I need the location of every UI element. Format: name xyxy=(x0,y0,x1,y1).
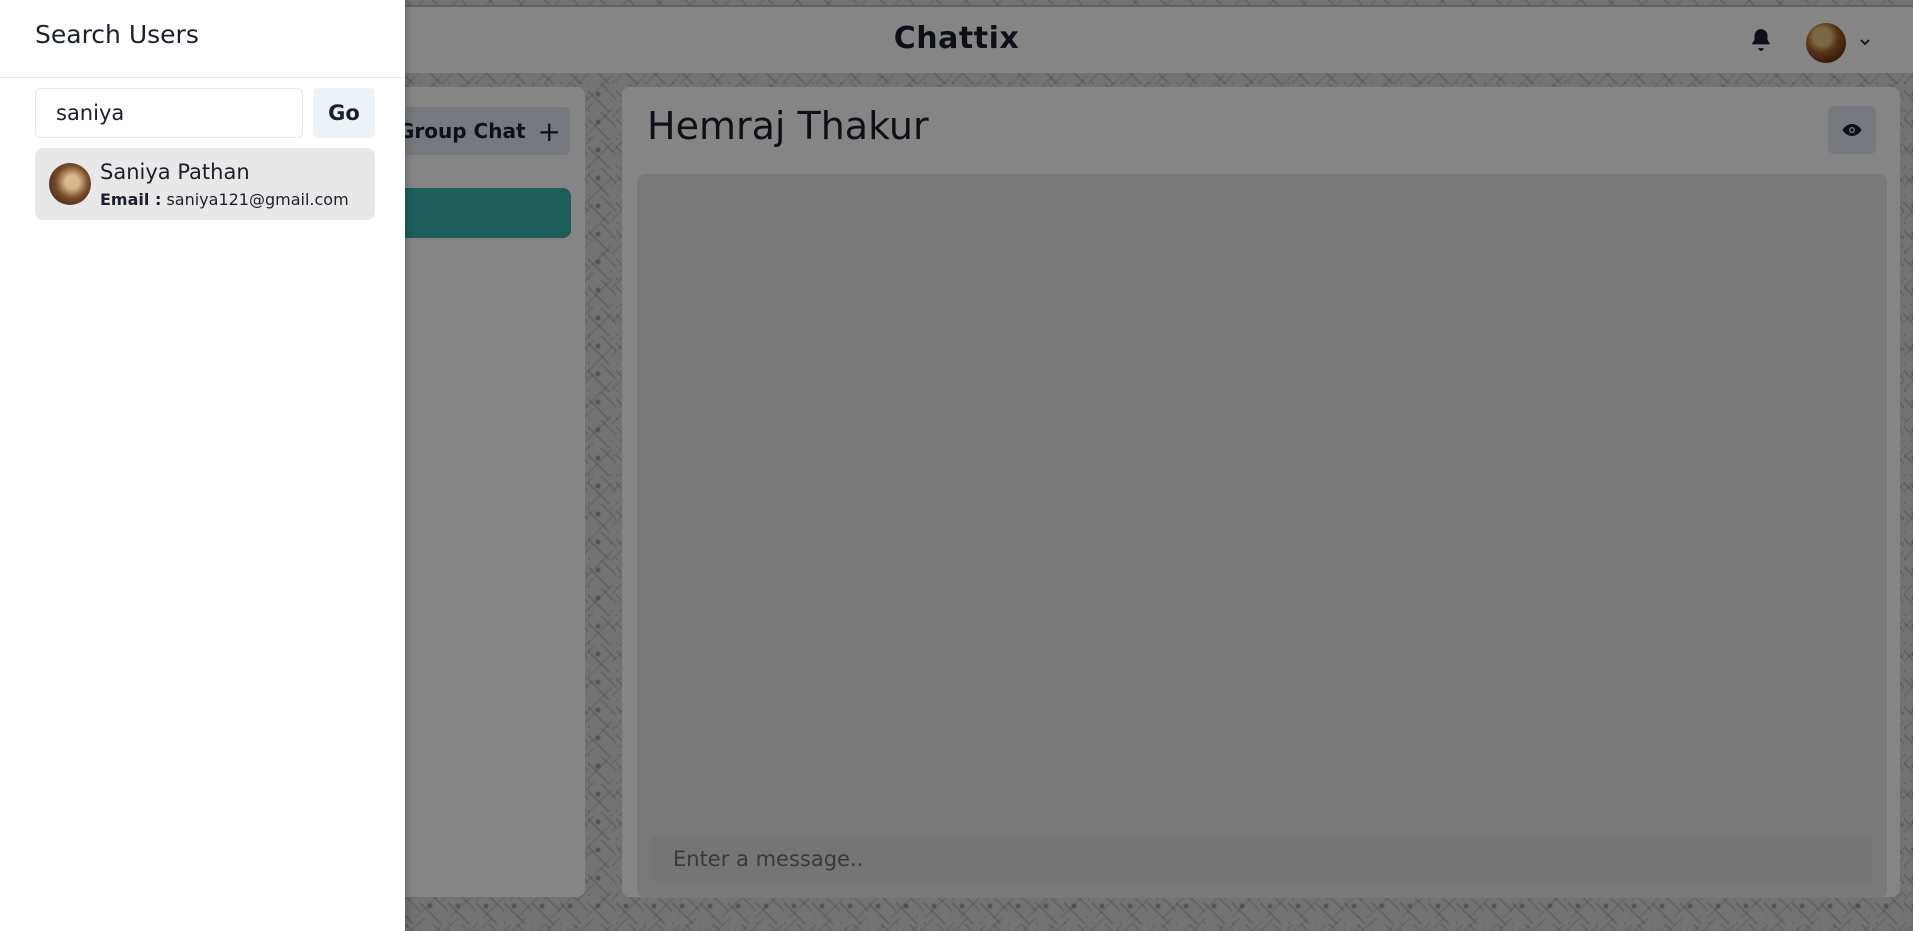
result-email: Email : saniya121@gmail.com xyxy=(100,190,349,209)
go-button[interactable]: Go xyxy=(313,88,375,138)
search-users-drawer: Search Users Go Saniya Pathan Email : sa… xyxy=(0,0,405,931)
result-name: Saniya Pathan xyxy=(100,160,250,184)
avatar xyxy=(49,163,91,205)
email-label: Email : xyxy=(100,190,162,209)
search-result-item[interactable]: Saniya Pathan Email : saniya121@gmail.co… xyxy=(35,148,375,220)
search-input[interactable] xyxy=(35,88,303,138)
divider xyxy=(0,77,405,78)
email-value: saniya121@gmail.com xyxy=(166,190,349,209)
drawer-title: Search Users xyxy=(35,20,199,49)
